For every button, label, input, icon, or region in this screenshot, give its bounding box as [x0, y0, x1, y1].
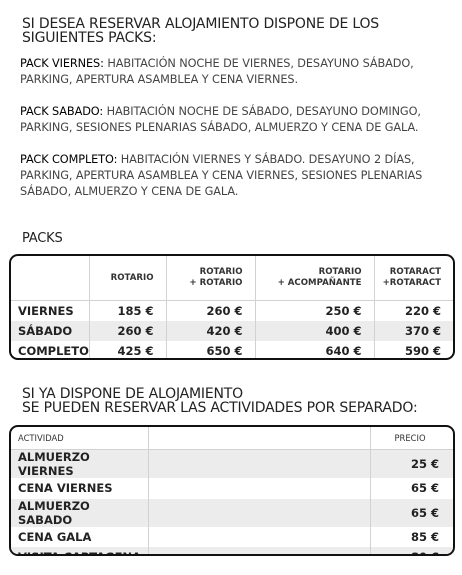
activity-name: CENA VIERNES [18, 481, 113, 496]
activities-heading-line1: SI YA DISPONE DE ALOJAMIENTO [22, 386, 243, 402]
activities-heading-line2: SE PUEDEN RESERVAR LAS ACTIVIDADES POR S… [22, 400, 418, 416]
activities-table-container: ACTIVIDAD PRECIO ALMUERZO VIERNES 25 € C… [9, 425, 455, 556]
activities-header-activity: ACTIVIDAD [11, 427, 148, 450]
price-cell: 260 € [88, 321, 166, 341]
activity-price: 65 € [369, 478, 453, 499]
pack-name: PACK VIERNES: [20, 57, 104, 70]
table-row: ALMUERZO VIERNES 25 € [11, 449, 453, 478]
table-row: VIERNES 185 € 260 € 250 € 220 € [11, 300, 453, 321]
packs-header-rotario-rotario: ROTARIO + ROTARIO [165, 256, 255, 301]
activity-name: ALMUERZO SABADO [11, 498, 148, 527]
price-cell: 185 € [88, 300, 166, 321]
row-label: SÁBADO [11, 321, 89, 341]
empty-cell [147, 498, 370, 527]
pack-completo-description: PACK COMPLETO: HABITACIÓN VIERNES Y SÁBA… [20, 152, 450, 200]
pack-name: PACK SABADO: [20, 105, 104, 118]
price-cell: 420 € [165, 321, 255, 341]
packs-header-rotaract: ROTARACT +ROTARACT [373, 256, 453, 301]
table-row: COMPLETO 425 € 650 € 640 € 590 € [11, 341, 453, 358]
price-cell: 640 € [254, 341, 374, 358]
table-row: VISITA CARTAGENA 80 € [11, 547, 453, 554]
intro-heading-line2: SIGUIENTES PACKS: [22, 30, 157, 46]
packs-header-rotario-acompanante: ROTARIO + ACOMPAÑANTE [254, 256, 374, 301]
empty-cell [147, 449, 370, 478]
price-cell: 400 € [254, 321, 374, 341]
activities-table: ACTIVIDAD PRECIO ALMUERZO VIERNES 25 € C… [11, 427, 453, 554]
packs-table-container: ROTARIO ROTARIO + ROTARIO ROTARIO + ACOMPA… [9, 254, 455, 360]
price-cell: 425 € [88, 341, 166, 358]
packs-header-empty [11, 256, 89, 301]
table-row: SÁBADO 260 € 420 € 400 € 370 € [11, 321, 453, 341]
empty-cell [147, 526, 370, 548]
pack-sabado-description: PACK SABADO: HABITACIÓN NOCHE DE SÁBADO,… [20, 104, 450, 136]
empty-cell [147, 547, 370, 554]
price-cell: 260 € [165, 300, 255, 321]
table-row: CENA GALA 85 € [11, 526, 453, 548]
activity-name: CENA GALA [18, 529, 92, 544]
intro-heading: SI DESEA RESERVAR ALOJAMIENTO DISPONE DE… [22, 17, 379, 45]
table-row: ALMUERZO SABADO 65 € [11, 498, 453, 527]
pack-name: PACK COMPLETO: [20, 153, 118, 166]
price-cell: 220 € [373, 300, 453, 321]
price-cell: 370 € [373, 321, 453, 341]
activities-table-header-row: ACTIVIDAD PRECIO [11, 427, 453, 450]
row-label: COMPLETO [18, 344, 89, 358]
packs-table-header-row: ROTARIO ROTARIO + ROTARIO ROTARIO + ACOMPA… [11, 256, 453, 301]
packs-table-title: PACKS [22, 231, 63, 246]
empty-cell [147, 478, 370, 499]
price-cell: 250 € [254, 300, 374, 321]
activity-name: VISITA CARTAGENA [11, 547, 148, 554]
activity-price: 80 € [369, 547, 453, 554]
row-label: VIERNES [18, 304, 74, 318]
activity-price: 65 € [369, 498, 453, 527]
activities-header-empty [147, 427, 370, 450]
intro-heading-line1: SI DESEA RESERVAR ALOJAMIENTO DISPONE DE… [22, 16, 379, 32]
activity-price: 85 € [369, 526, 453, 548]
activity-name: ALMUERZO VIERNES [11, 449, 148, 478]
price-cell: 650 € [165, 341, 255, 358]
table-row: CENA VIERNES 65 € [11, 478, 453, 499]
packs-header-rotario: ROTARIO [88, 256, 166, 301]
price-cell: 590 € [373, 341, 453, 358]
packs-table: ROTARIO ROTARIO + ROTARIO ROTARIO + ACOMPA… [11, 256, 453, 358]
activities-header-price: PRECIO [369, 427, 453, 450]
pack-viernes-description: PACK VIERNES: HABITACIÓN NOCHE DE VIERNE… [20, 56, 450, 88]
activities-heading: SI YA DISPONE DE ALOJAMIENTO SE PUEDEN R… [22, 386, 418, 416]
activity-price: 25 € [369, 449, 453, 478]
